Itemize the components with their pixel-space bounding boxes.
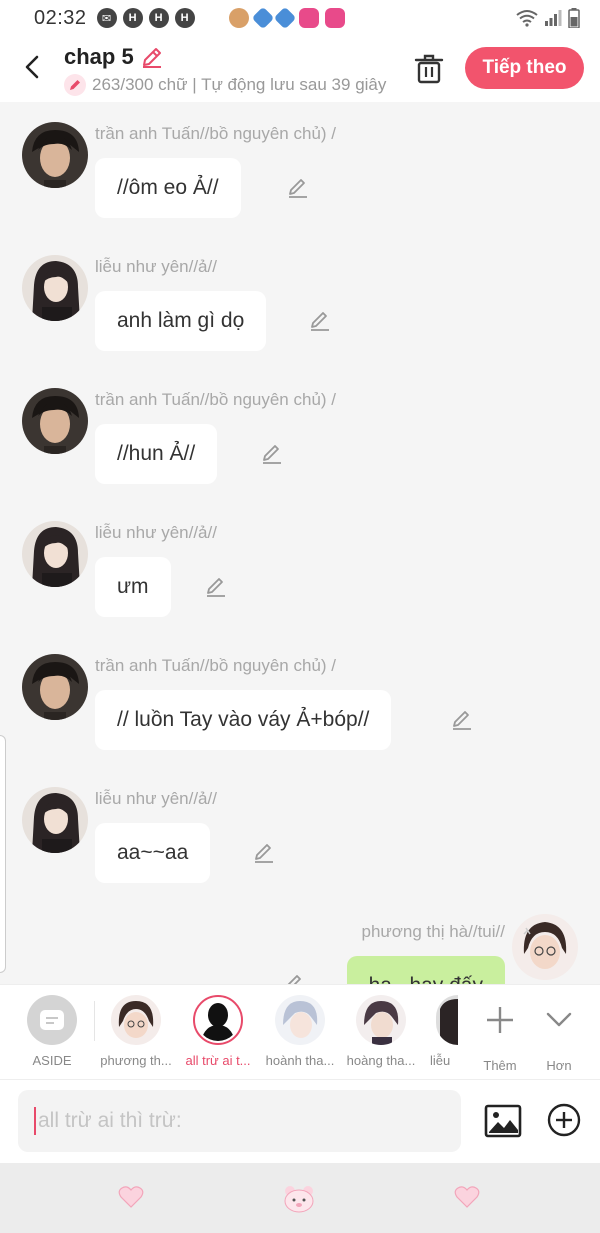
image-icon[interactable] bbox=[484, 1102, 522, 1140]
edit-title-icon[interactable] bbox=[140, 45, 164, 69]
wifi-icon bbox=[516, 10, 538, 27]
add-character-button[interactable]: Thêm bbox=[472, 995, 528, 1073]
character-name: hoành tha... bbox=[265, 1053, 335, 1068]
expand-characters-label: Hơn bbox=[546, 1058, 572, 1073]
pencil-badge-icon bbox=[64, 74, 86, 96]
edit-message-icon[interactable] bbox=[260, 442, 284, 466]
notif-icon-h3: H bbox=[174, 8, 195, 28]
character-bar: ASIDE phương th... all trừ ai t... hoành… bbox=[0, 984, 600, 1079]
chat-area[interactable]: trần anh Tuấn//bồ nguyên chủ) / //ôm eo … bbox=[0, 102, 600, 984]
character-name: all trừ ai t... bbox=[185, 1053, 251, 1068]
character-avatar bbox=[111, 995, 161, 1045]
character-item[interactable]: hoành tha... bbox=[260, 995, 340, 1068]
sender-name: trần anh Tuấn//bồ nguyên chủ) / bbox=[95, 656, 337, 675]
sender-name: liễu như yên//ả// bbox=[95, 523, 217, 542]
sender-name: liễu như yên//ả// bbox=[95, 257, 217, 276]
notif-icon-h1: H bbox=[122, 8, 143, 28]
next-button[interactable]: Tiếp theo bbox=[465, 47, 584, 89]
avatar-tuan[interactable] bbox=[22, 654, 88, 720]
system-nav-bar bbox=[0, 1163, 600, 1233]
edit-message-icon[interactable] bbox=[450, 708, 474, 732]
autosave-text: 263/300 chữ | Tự động lưu sau 39 giây bbox=[92, 75, 387, 94]
message-input[interactable] bbox=[38, 1109, 438, 1133]
sender-name: trần anh Tuấn//bồ nguyên chủ) / bbox=[95, 390, 337, 409]
avatar-self[interactable] bbox=[512, 914, 578, 980]
character-item[interactable]: phương th... bbox=[96, 995, 176, 1068]
emoji-app-icon bbox=[228, 8, 249, 28]
system-status bbox=[516, 8, 580, 28]
avatar-tuan[interactable] bbox=[22, 122, 88, 188]
message-bubble[interactable]: ưm bbox=[95, 557, 171, 617]
message-bubble[interactable]: //hun Ả// bbox=[95, 424, 218, 484]
status-bar: 02:32 ✉ H H H bbox=[0, 0, 600, 36]
aside-label: ASIDE bbox=[32, 1053, 72, 1068]
editor-header: chap 5 263/300 chữ | Tự động lưu sau 39 … bbox=[0, 36, 600, 102]
message-row: liễu như yên//ả// aa~~aa bbox=[0, 767, 600, 892]
message-bubble[interactable]: //ôm eo Ả// bbox=[95, 158, 241, 218]
plus-icon bbox=[487, 1007, 513, 1033]
add-character-label: Thêm bbox=[483, 1058, 517, 1073]
lazada-icon-1 bbox=[298, 8, 319, 28]
battery-icon bbox=[568, 8, 580, 28]
message-bubble[interactable]: anh làm gì dọ bbox=[95, 291, 267, 351]
trash-icon[interactable] bbox=[412, 52, 446, 86]
character-avatar bbox=[193, 995, 243, 1045]
divider bbox=[94, 1001, 95, 1041]
side-drawer-handle[interactable] bbox=[0, 735, 6, 973]
sender-name: liễu như yên//ả// bbox=[95, 789, 217, 808]
message-bubble[interactable]: // luồn Tay vào váy Ả+bóp// bbox=[95, 690, 392, 750]
chapter-title[interactable]: chap 5 bbox=[64, 44, 134, 70]
message-row: liễu như yên//ả// ưm bbox=[0, 501, 600, 626]
messenger-icon: ✉ bbox=[96, 8, 117, 28]
notification-icons: ✉ H H H bbox=[96, 6, 345, 30]
message-row: trần anh Tuấn//bồ nguyên chủ) / //ôm eo … bbox=[0, 102, 600, 227]
lazada-icon-2 bbox=[324, 8, 345, 28]
character-name: phương th... bbox=[100, 1053, 172, 1068]
message-row: trần anh Tuấn//bồ nguyên chủ) / //hun Ả/… bbox=[0, 368, 600, 493]
edit-message-icon[interactable] bbox=[282, 972, 306, 984]
message-bubble[interactable]: aa~~aa bbox=[95, 823, 211, 883]
self-sender-name: phương thị hà//tui// bbox=[361, 922, 505, 941]
edit-message-icon[interactable] bbox=[286, 176, 310, 200]
message-input-box[interactable] bbox=[18, 1090, 461, 1152]
heart-icon[interactable] bbox=[454, 1185, 480, 1209]
character-name: hoàng tha... bbox=[346, 1053, 416, 1068]
avatar-yen[interactable] bbox=[22, 521, 88, 587]
app-icon-2 bbox=[273, 6, 296, 30]
aside-icon bbox=[27, 995, 77, 1045]
text-caret bbox=[34, 1107, 36, 1135]
input-bar bbox=[0, 1079, 600, 1163]
character-item-selected[interactable]: all trừ ai t... bbox=[178, 995, 258, 1068]
app-icon-1 bbox=[251, 6, 274, 30]
avatar-tuan[interactable] bbox=[22, 388, 88, 454]
character-avatar bbox=[356, 995, 406, 1045]
avatar-yen[interactable] bbox=[22, 787, 88, 853]
edit-message-icon[interactable] bbox=[308, 309, 332, 333]
edit-message-icon[interactable] bbox=[204, 575, 228, 599]
avatar-yen[interactable] bbox=[22, 255, 88, 321]
aside-button[interactable]: ASIDE bbox=[12, 995, 92, 1068]
chevron-down-icon bbox=[546, 1012, 572, 1027]
title-row[interactable]: chap 5 bbox=[64, 44, 164, 70]
autosave-status: 263/300 chữ | Tự động lưu sau 39 giây bbox=[64, 74, 394, 96]
add-circle-icon[interactable] bbox=[546, 1102, 582, 1138]
back-arrow-icon[interactable] bbox=[18, 52, 48, 82]
message-row: trần anh Tuấn//bồ nguyên chủ) / // luồn … bbox=[0, 634, 600, 759]
character-item[interactable]: liễu bbox=[412, 995, 458, 1068]
bear-home-icon[interactable] bbox=[283, 1185, 315, 1213]
message-row: liễu như yên//ả// anh làm gì dọ bbox=[0, 235, 600, 360]
self-message-bubble[interactable]: ha...hay đấy bbox=[346, 956, 505, 984]
edit-message-icon[interactable] bbox=[252, 841, 276, 865]
sender-name: trần anh Tuấn//bồ nguyên chủ) / bbox=[95, 124, 337, 143]
signal-icon bbox=[545, 10, 562, 26]
expand-characters-button[interactable]: Hơn bbox=[531, 995, 587, 1073]
status-time: 02:32 bbox=[34, 6, 87, 29]
character-item[interactable]: hoàng tha... bbox=[341, 995, 421, 1068]
heart-icon[interactable] bbox=[118, 1185, 144, 1209]
character-avatar bbox=[436, 995, 458, 1045]
character-avatar bbox=[275, 995, 325, 1045]
notif-icon-h2: H bbox=[148, 8, 169, 28]
character-name: liễu bbox=[430, 1053, 451, 1068]
